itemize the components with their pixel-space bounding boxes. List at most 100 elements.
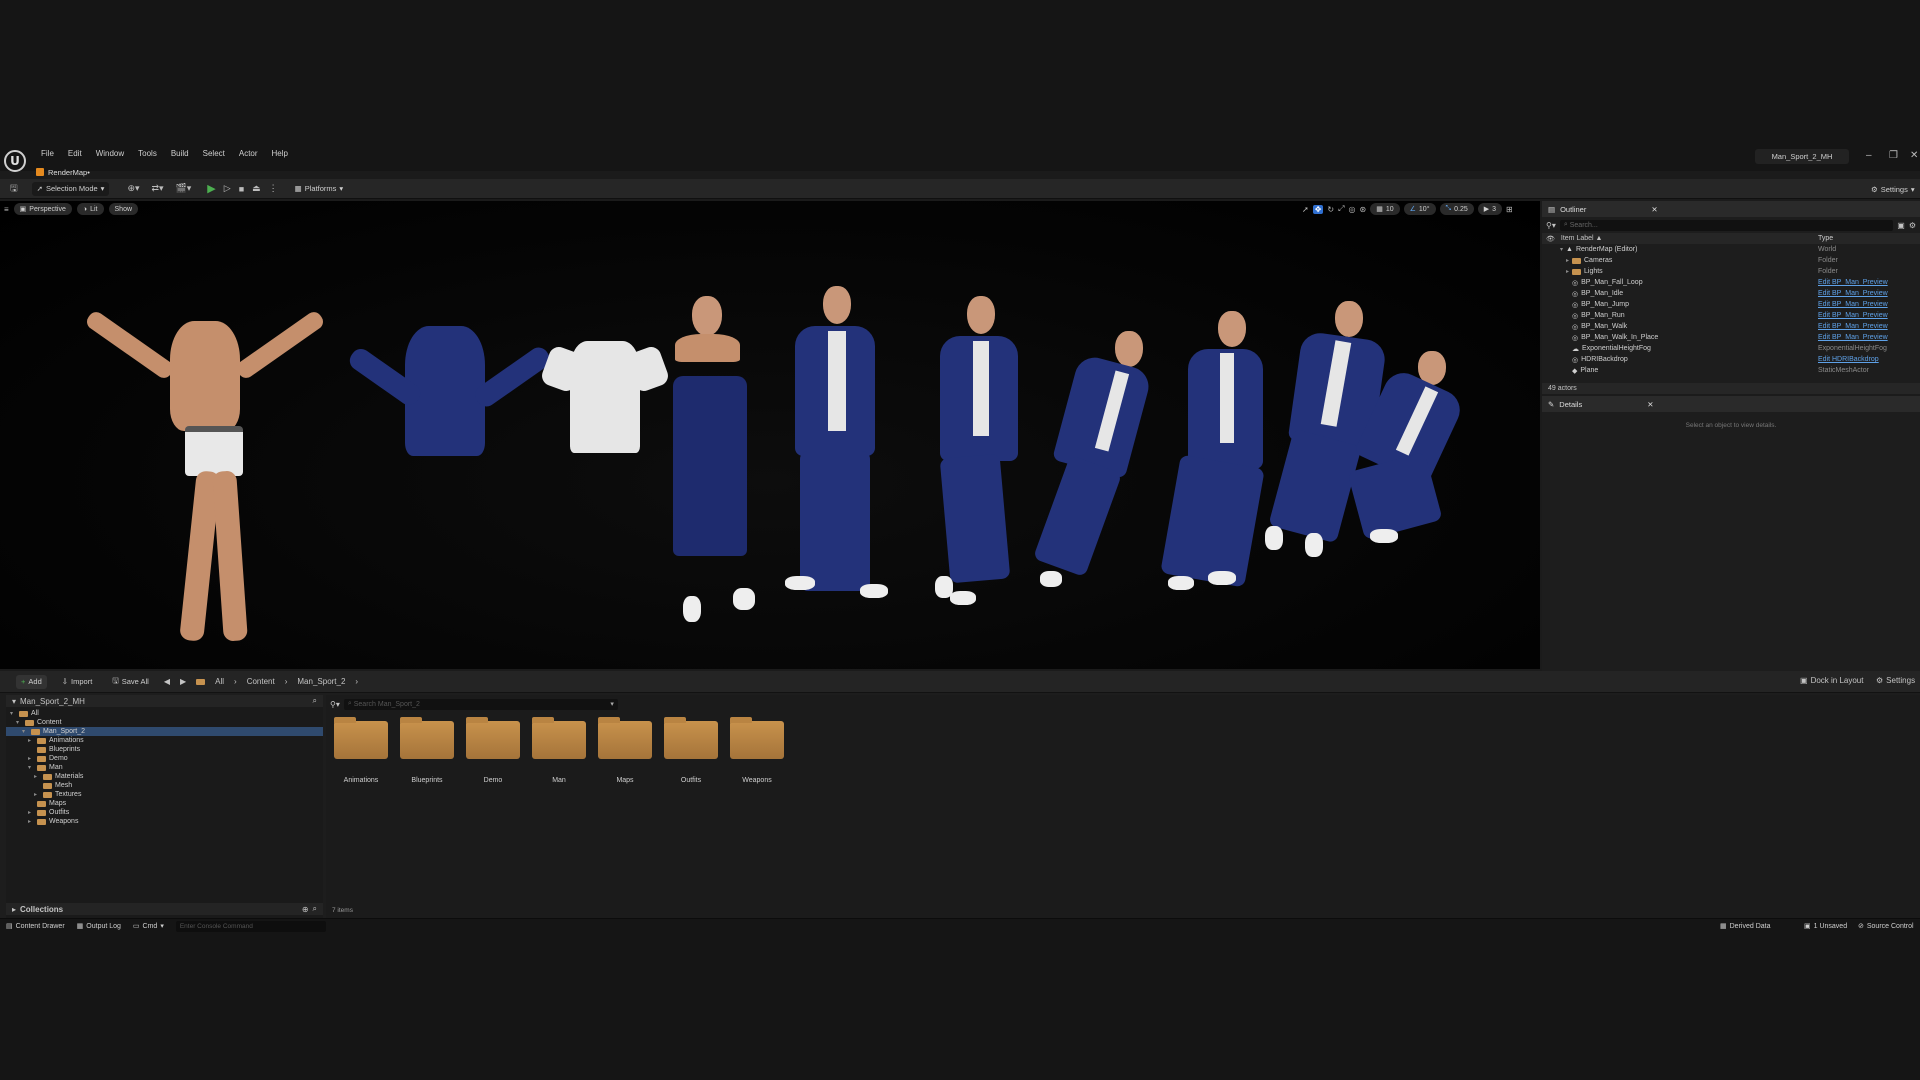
tree-item[interactable]: Maps <box>6 799 323 808</box>
eject-icon[interactable]: ⏏ <box>252 183 261 194</box>
camera-speed-button[interactable]: ▶ 3 <box>1477 203 1503 215</box>
platforms-button[interactable]: ▦ Platforms ▾ <box>290 182 349 196</box>
scale-snap-button[interactable]: ⤡ 0.25 <box>1439 203 1474 215</box>
expand-arrow-icon[interactable]: ▾ <box>16 719 22 726</box>
row-type-link[interactable]: Edit BP_Man_Preview <box>1818 301 1888 308</box>
row-type-link[interactable]: Edit BP_Man_Preview <box>1818 290 1888 297</box>
expand-arrow-icon[interactable]: ▸ <box>28 737 34 744</box>
add-collection-icon[interactable]: ⊕ <box>302 905 309 914</box>
folder-tile[interactable]: Animations <box>326 715 388 784</box>
step-icon[interactable]: ▷ <box>224 183 231 194</box>
breadcrumb-content[interactable]: Content <box>247 677 275 686</box>
tree-item[interactable]: ▾ Man <box>6 763 323 772</box>
outliner-search-input[interactable]: ⌕ Search... <box>1559 219 1894 231</box>
grid-snap-button[interactable]: ▦ 10 <box>1370 203 1400 215</box>
row-type-link[interactable]: Edit BP_Man_Preview <box>1818 323 1888 330</box>
stop-icon[interactable]: ■ <box>239 184 244 194</box>
more-options-icon[interactable]: ⋮ <box>269 183 278 194</box>
add-actor-icon[interactable]: ⊕▾ <box>127 183 139 194</box>
settings-button[interactable]: ⚙ Settings ▾ <box>1866 182 1920 196</box>
blueprint-icon[interactable]: ⇄▾ <box>152 183 164 194</box>
tree-item[interactable]: ▸ Weapons <box>6 817 323 826</box>
tree-item[interactable]: ▸ Outfits <box>6 808 323 817</box>
outliner-row[interactable]: ▸ Cameras Folder <box>1542 255 1920 266</box>
outliner-row[interactable]: ◎ BP_Man_Idle Edit BP_Man_Preview <box>1542 288 1920 299</box>
close-icon[interactable]: ✕ <box>1910 150 1918 161</box>
col-item-label[interactable]: Item Label ▲ <box>1561 235 1603 242</box>
cinematics-icon[interactable]: 🎬▾ <box>176 183 192 194</box>
outliner-row[interactable]: ◆ Plane StaticMeshActor <box>1542 365 1920 376</box>
folder-tile[interactable]: Maps <box>590 715 652 784</box>
add-button[interactable]: + Add <box>16 674 47 689</box>
tree-item[interactable]: Mesh <box>6 781 323 790</box>
tree-item-selected[interactable]: ▾ Man_Sport_2 <box>6 727 323 736</box>
tree-item[interactable]: ▸ Materials <box>6 772 323 781</box>
expand-arrow-icon[interactable]: ▸ <box>34 773 40 780</box>
tree-item[interactable]: ▸ Textures <box>6 790 323 799</box>
minimize-icon[interactable]: – <box>1866 150 1872 161</box>
row-type-link[interactable]: Edit BP_Man_Preview <box>1818 279 1888 286</box>
perspective-button[interactable]: ▣ Perspective <box>13 203 72 215</box>
scale-tool-icon[interactable]: ⤢ <box>1338 204 1344 214</box>
hamburger-icon[interactable]: ≡ <box>4 205 9 214</box>
select-tool-icon[interactable]: ➚ <box>1302 205 1309 214</box>
expand-arrow-icon[interactable]: ▾ <box>22 728 28 735</box>
expand-arrow-icon[interactable]: ▾ <box>28 764 34 771</box>
menu-build[interactable]: Build <box>164 149 196 158</box>
output-log-button[interactable]: ▦ Output Log <box>77 922 121 931</box>
breadcrumb-all[interactable]: All <box>215 677 224 686</box>
surface-snap-icon[interactable]: ⊛ <box>1360 205 1367 214</box>
filter-icon[interactable]: ⚲▾ <box>1546 221 1556 230</box>
search-icon[interactable]: ⌕ <box>313 904 317 914</box>
outliner-row[interactable]: ▸ Lights Folder <box>1542 266 1920 277</box>
outliner-settings-icon[interactable]: ⚙ <box>1909 221 1916 230</box>
details-tab[interactable]: ✎ Details ✕ <box>1542 396 1920 412</box>
outliner-row[interactable]: ◎ BP_Man_Walk Edit BP_Man_Preview <box>1542 321 1920 332</box>
cb-settings-button[interactable]: ⚙ Settings <box>1876 676 1915 685</box>
document-tab[interactable]: RenderMap• <box>36 165 90 179</box>
restore-icon[interactable]: ❐ <box>1889 150 1898 161</box>
folder-tile[interactable]: Weapons <box>722 715 784 784</box>
breadcrumb-man-sport[interactable]: Man_Sport_2 <box>297 677 345 686</box>
tree-item[interactable]: ▾ Content <box>6 718 323 727</box>
expand-arrow-icon[interactable]: ▸ <box>28 809 34 816</box>
tree-item[interactable]: ▾ All <box>6 709 323 718</box>
menu-select[interactable]: Select <box>196 149 232 158</box>
filter-icon[interactable]: ⚲▾ <box>330 700 340 709</box>
outliner-tab[interactable]: ▤ Outliner ✕ <box>1542 201 1920 217</box>
menu-edit[interactable]: Edit <box>61 149 89 158</box>
menu-window[interactable]: Window <box>89 149 131 158</box>
history-back-icon[interactable]: ◀ <box>164 677 170 686</box>
expand-arrow-icon[interactable]: ▸ <box>34 791 40 798</box>
tree-item[interactable]: ▸ Animations <box>6 736 323 745</box>
row-type-link[interactable]: Edit BP_Man_Preview <box>1818 312 1888 319</box>
outliner-row[interactable]: ▾ ▲ RenderMap (Editor) World <box>1542 244 1920 255</box>
lit-button[interactable]: ◑ Lit <box>76 203 104 215</box>
col-type[interactable]: Type <box>1818 235 1833 242</box>
rotate-tool-icon[interactable]: ↻ <box>1327 205 1334 214</box>
history-forward-icon[interactable]: ▶ <box>180 677 186 686</box>
expand-arrow-icon[interactable]: ▸ <box>28 818 34 825</box>
tree-item[interactable]: Blueprints <box>6 745 323 754</box>
folder-tile[interactable]: Man <box>524 715 586 784</box>
source-tree-header[interactable]: ▾ Man_Sport_2_MH ⌕ <box>6 695 323 707</box>
folder-tile[interactable]: Demo <box>458 715 520 784</box>
close-tab-icon[interactable]: ✕ <box>1647 400 1653 409</box>
selection-mode-button[interactable]: ➚ Selection Mode ▾ <box>31 181 110 196</box>
outliner-row[interactable]: ☁ ExponentialHeightFog ExponentialHeightFo… <box>1542 343 1920 354</box>
outliner-row[interactable]: ◎ BP_Man_Fall_Loop Edit BP_Man_Preview <box>1542 277 1920 288</box>
menu-actor[interactable]: Actor <box>232 149 265 158</box>
unsaved-button[interactable]: ▣ 1 Unsaved <box>1804 922 1847 931</box>
menu-file[interactable]: File <box>34 149 61 158</box>
collections-header[interactable]: ▸ Collections ⊕ ⌕ <box>6 903 323 915</box>
expand-arrow-icon[interactable]: ▸ <box>28 755 34 762</box>
outliner-row[interactable]: ◎ BP_Man_Walk_In_Place Edit BP_Man_Preview <box>1542 332 1920 343</box>
search-icon[interactable]: ⌕ <box>313 696 317 706</box>
play-icon[interactable]: ▶ <box>207 182 215 195</box>
derived-data-button[interactable]: ▦ Derived Data <box>1720 922 1770 931</box>
translate-tool-icon[interactable]: ✥ <box>1312 204 1324 214</box>
asset-search-input[interactable]: ⌕ Search Man_Sport_2 ▾ <box>343 698 618 710</box>
close-tab-icon[interactable]: ✕ <box>1651 205 1657 214</box>
expand-arrow-icon[interactable]: ▾ <box>10 710 16 717</box>
level-viewport[interactable]: ≡ ▣ Perspective ◑ Lit Show ➚ ✥ ↻ ⤢ ◎ ⊛ ▦ 10… <box>0 201 1540 669</box>
